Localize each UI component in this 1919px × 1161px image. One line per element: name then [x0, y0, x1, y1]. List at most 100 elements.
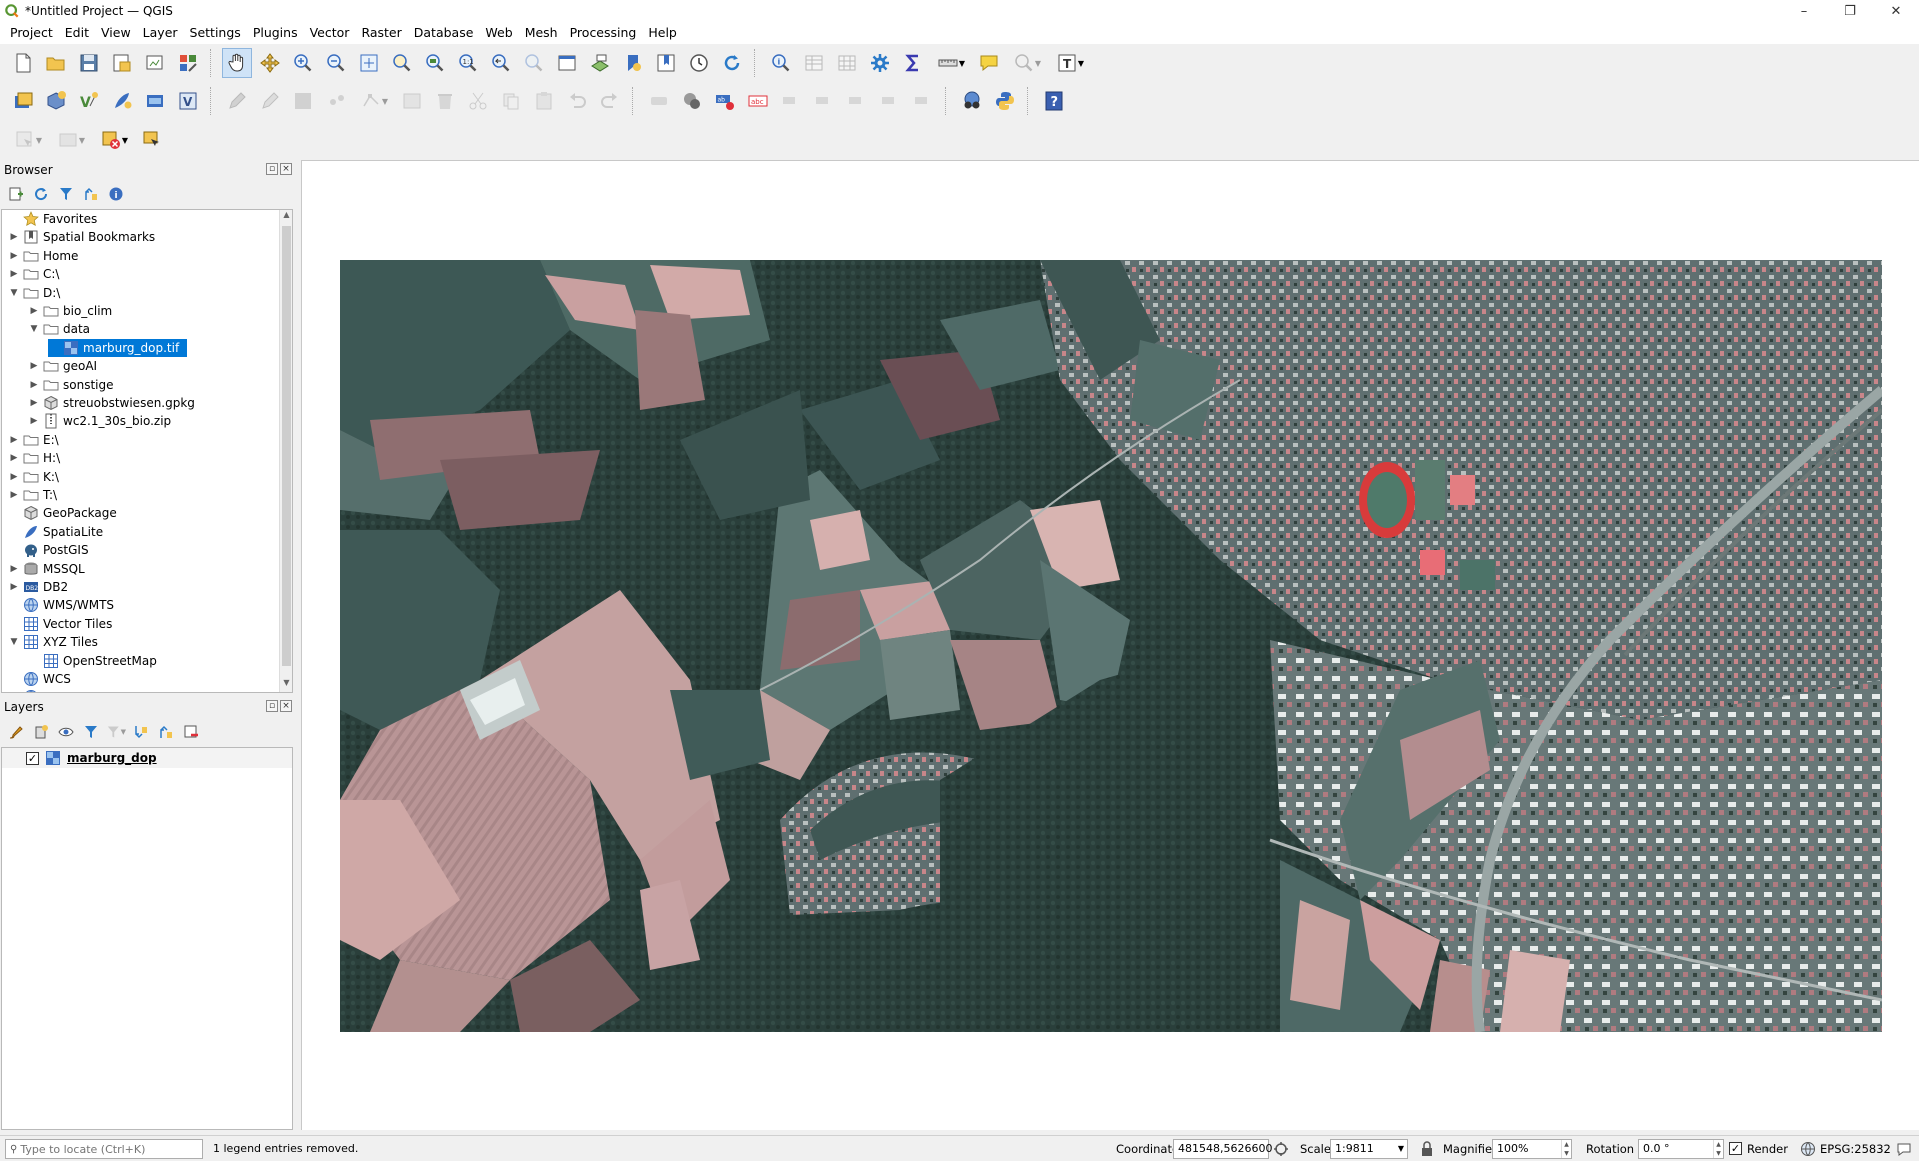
new-print-layout-button[interactable]: [107, 48, 137, 78]
browser-item[interactable]: marburg_dop.tif: [48, 338, 188, 357]
refresh-button[interactable]: [717, 48, 747, 78]
menu-raster[interactable]: Raster: [355, 22, 407, 44]
zoom-next-button[interactable]: [519, 48, 549, 78]
collapsed-arrow-icon[interactable]: ▶: [8, 232, 20, 242]
manage-map-themes-button[interactable]: [56, 722, 76, 742]
browser-item[interactable]: ▶ Spatial Bookmarks: [8, 228, 156, 246]
browser-item[interactable]: ▶ E:\: [8, 431, 59, 449]
menu-settings[interactable]: Settings: [184, 22, 247, 44]
delete-selected-button[interactable]: [430, 86, 460, 116]
label-toolbar-button[interactable]: [644, 86, 674, 116]
data-source-manager-button[interactable]: [8, 86, 38, 116]
identify-features-button[interactable]: i: [766, 48, 796, 78]
menu-web[interactable]: Web: [479, 22, 518, 44]
select-by-location-button[interactable]: [137, 125, 167, 155]
browser-item[interactable]: OpenStreetMap: [28, 652, 157, 670]
open-project-button[interactable]: [41, 48, 71, 78]
browser-tree[interactable]: ▲ ▼ Favorites ▶ Spatial Bookmarks ▶ Home ▶ C:\…: [1, 209, 293, 693]
scrollbar-thumb[interactable]: [282, 226, 291, 666]
menu-processing[interactable]: Processing: [564, 22, 643, 44]
current-edits-button[interactable]: [222, 86, 252, 116]
python-console-button[interactable]: [990, 86, 1020, 116]
messages-icon[interactable]: [1896, 1141, 1912, 1157]
crs-button[interactable]: EPSG:25832: [1820, 1142, 1891, 1156]
browser-item[interactable]: GeoPackage: [8, 504, 117, 522]
rotation-spin-icon[interactable]: ▲ ▼: [1713, 1140, 1723, 1158]
collapsed-arrow-icon[interactable]: ▶: [28, 416, 40, 426]
browser-item[interactable]: WMS/WMTS: [8, 596, 114, 614]
browser-item[interactable]: SpatiaLite: [8, 523, 103, 541]
lock-icon[interactable]: [1420, 1141, 1434, 1157]
new-map-view-button[interactable]: [552, 48, 582, 78]
browser-item[interactable]: ▶ K:\: [8, 468, 59, 486]
menu-help[interactable]: Help: [642, 22, 683, 44]
collapsed-arrow-icon[interactable]: ▶: [8, 564, 20, 574]
menu-plugins[interactable]: Plugins: [247, 22, 304, 44]
browser-item[interactable]: ▶ MSSQL: [8, 560, 85, 578]
new-bookmark-button[interactable]: [618, 48, 648, 78]
browser-item[interactable]: ▼ D:\: [8, 284, 61, 302]
collapsed-arrow-icon[interactable]: ▶: [8, 582, 20, 592]
browser-item[interactable]: WFS / OGC API - Features: [8, 688, 194, 692]
browser-item[interactable]: PostGIS: [8, 541, 89, 559]
layers-list[interactable]: ✓ marburg_dop: [1, 747, 293, 1130]
new-3d-map-view-button[interactable]: [585, 48, 615, 78]
open-attribute-table-button[interactable]: [799, 48, 829, 78]
layout-manager-button[interactable]: [140, 48, 170, 78]
browser-item[interactable]: ▶ sonstige: [28, 376, 114, 394]
new-shapefile-layer-button[interactable]: V: [74, 86, 104, 116]
browser-item[interactable]: ▶ Home: [8, 247, 79, 265]
layer-name[interactable]: marburg_dop: [67, 751, 157, 765]
expanded-arrow-icon[interactable]: ▼: [8, 288, 20, 298]
copy-features-button[interactable]: [496, 86, 526, 116]
pan-map-button[interactable]: [222, 48, 252, 78]
browser-item[interactable]: ▼ XYZ Tiles: [8, 633, 98, 651]
locator-input[interactable]: [17, 1141, 193, 1157]
browser-item[interactable]: ▶ H:\: [8, 449, 61, 467]
new-geopackage-layer-button[interactable]: [41, 86, 71, 116]
zoom-native-resolution-button[interactable]: 1:1: [453, 48, 483, 78]
collapsed-arrow-icon[interactable]: ▶: [8, 490, 20, 500]
browser-item[interactable]: Favorites: [8, 210, 97, 228]
paste-features-button[interactable]: [529, 86, 559, 116]
rotate-label-button[interactable]: [809, 86, 839, 116]
collapse-all-layers-button[interactable]: [156, 722, 176, 742]
rotation-field[interactable]: 0.0 ° ▲ ▼: [1638, 1139, 1724, 1159]
scroll-down-arrow-icon[interactable]: ▼: [280, 678, 292, 692]
add-selected-layers-button[interactable]: [6, 184, 26, 204]
menu-mesh[interactable]: Mesh: [519, 22, 564, 44]
layer-visibility-checkbox[interactable]: ✓: [26, 751, 39, 765]
show-hide-labels-button[interactable]: [875, 86, 905, 116]
remove-layer-button[interactable]: [181, 722, 201, 742]
collapsed-arrow-icon[interactable]: ▶: [8, 251, 20, 261]
coordinate-field[interactable]: 481548,5626600: [1173, 1139, 1272, 1159]
save-project-button[interactable]: [74, 48, 104, 78]
browser-item[interactable]: ▼ data: [28, 320, 91, 338]
map-tips-button[interactable]: [974, 48, 1004, 78]
measure-line-button[interactable]: ▼: [931, 48, 971, 78]
redo-button[interactable]: [595, 86, 625, 116]
zoom-out-button[interactable]: [321, 48, 351, 78]
browser-item[interactable]: ▶ geoAI: [28, 357, 98, 375]
text-annotation-button[interactable]: T ▼: [1050, 48, 1090, 78]
toggle-extents-icon[interactable]: [1273, 1141, 1289, 1157]
collapsed-arrow-icon[interactable]: ▶: [8, 472, 20, 482]
metasearch-button[interactable]: [957, 86, 987, 116]
select-by-value-button[interactable]: ▼: [51, 125, 91, 155]
style-manager-button[interactable]: [173, 48, 203, 78]
collapsed-arrow-icon[interactable]: ▶: [8, 453, 20, 463]
close-button[interactable]: ✕: [1873, 0, 1919, 22]
zoom-to-selection-button[interactable]: [387, 48, 417, 78]
field-statistics-button[interactable]: [832, 48, 862, 78]
menu-layer[interactable]: Layer: [137, 22, 184, 44]
new-virtual-layer-button[interactable]: V: [173, 86, 203, 116]
collapsed-arrow-icon[interactable]: ▶: [28, 306, 40, 316]
properties-button[interactable]: i: [106, 184, 126, 204]
menu-vector[interactable]: Vector: [304, 22, 356, 44]
add-feature-button[interactable]: [321, 86, 351, 116]
deselect-features-button[interactable]: ▼: [94, 125, 134, 155]
scale-dropdown-icon[interactable]: ▼: [1398, 1140, 1404, 1158]
render-checkbox[interactable]: ✓: [1729, 1142, 1742, 1155]
menu-edit[interactable]: Edit: [59, 22, 95, 44]
menu-database[interactable]: Database: [408, 22, 480, 44]
